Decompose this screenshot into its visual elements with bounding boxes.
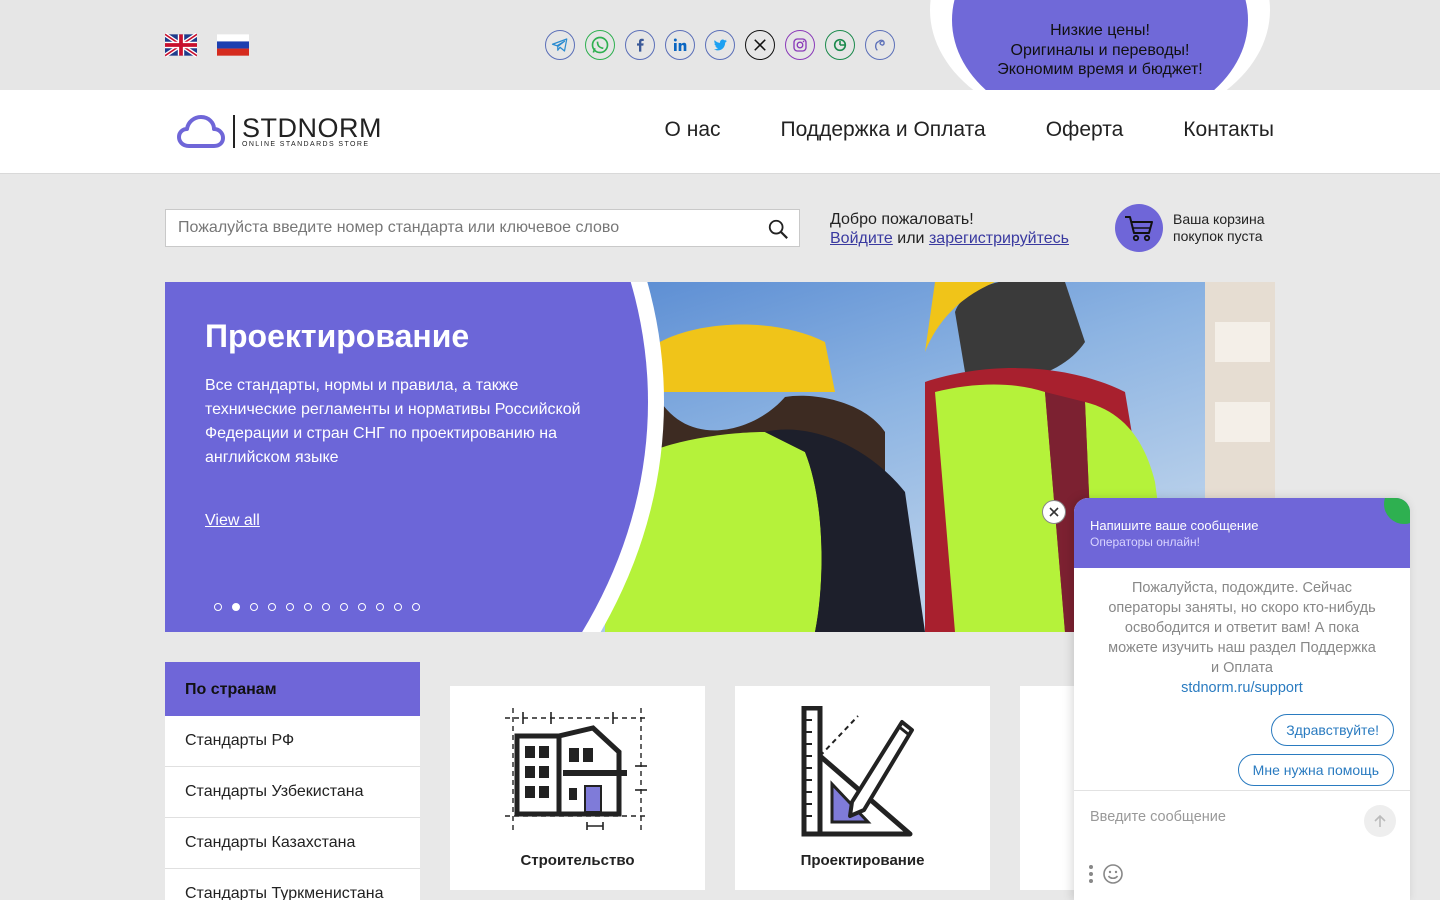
twitter-icon[interactable] bbox=[705, 30, 735, 60]
linkedin-icon[interactable] bbox=[665, 30, 695, 60]
slider-dot[interactable] bbox=[268, 603, 276, 611]
chat-header: Напишите ваше сообщение Операторы онлайн… bbox=[1074, 498, 1410, 568]
nav-contacts[interactable]: Контакты bbox=[1183, 118, 1274, 142]
slider-dot[interactable] bbox=[250, 603, 258, 611]
arrow-up-icon bbox=[1374, 814, 1386, 827]
category-card-design[interactable]: Проектирование bbox=[735, 686, 990, 890]
chat-title: Напишите ваше сообщение bbox=[1090, 518, 1259, 533]
sidebar-item-turkmenistan[interactable]: Стандарты Туркменистана bbox=[165, 869, 420, 900]
chat-message: Пожалуйста, подождите. Сейчас операторы … bbox=[1074, 568, 1410, 698]
whatsapp-icon[interactable] bbox=[585, 30, 615, 60]
nav-about[interactable]: О нас bbox=[665, 118, 721, 142]
slider-dot[interactable] bbox=[214, 603, 222, 611]
promo-line: Низкие цены! bbox=[1050, 22, 1150, 39]
cart-line: покупок пуста bbox=[1173, 228, 1263, 244]
sidebar-item-uzbekistan[interactable]: Стандарты Узбекистана bbox=[165, 767, 420, 818]
chat-message-text: Пожалуйста, подождите. Сейчас операторы … bbox=[1108, 580, 1376, 676]
emoji-icon[interactable] bbox=[1102, 863, 1124, 885]
hero-description: Все стандарты, нормы и правила, а также … bbox=[205, 377, 581, 466]
promo-text: Низкие цены! Оригиналы и переводы! Эконо… bbox=[952, 21, 1248, 80]
chat-tools bbox=[1088, 863, 1124, 885]
telegram-icon[interactable] bbox=[545, 30, 575, 60]
chat-widget: Напишите ваше сообщение Операторы онлайн… bbox=[1074, 498, 1410, 900]
slider-dot[interactable] bbox=[232, 603, 240, 611]
category-card-construction[interactable]: Строительство bbox=[450, 686, 705, 890]
more-options-icon[interactable] bbox=[1088, 864, 1094, 884]
social-links bbox=[545, 30, 895, 60]
login-link[interactable]: Войдите bbox=[830, 230, 893, 247]
x-icon[interactable] bbox=[745, 30, 775, 60]
ru-flag-icon[interactable] bbox=[217, 33, 249, 57]
chat-message-input[interactable] bbox=[1090, 809, 1350, 825]
slider-dot[interactable] bbox=[304, 603, 312, 611]
sidebar-item-kazakhstan[interactable]: Стандарты Казахстана bbox=[165, 818, 420, 869]
nav-offer[interactable]: Оферта bbox=[1046, 118, 1124, 142]
slider-dots bbox=[214, 603, 420, 611]
account-welcome: Добро пожаловать! Войдите или зарегистри… bbox=[830, 210, 1069, 248]
vk-icon[interactable] bbox=[865, 30, 895, 60]
logo-tagline: ONLINE STANDARDS STORE bbox=[242, 140, 370, 148]
cart-button[interactable] bbox=[1115, 204, 1163, 252]
instagram-icon[interactable] bbox=[785, 30, 815, 60]
hero-title: Проектирование bbox=[205, 318, 470, 354]
chat-send-button[interactable] bbox=[1364, 805, 1396, 837]
chat-status: Операторы онлайн! bbox=[1090, 535, 1200, 549]
slider-dot[interactable] bbox=[322, 603, 330, 611]
cart-status: Ваша корзина покупок пуста bbox=[1173, 211, 1265, 245]
logo-name: STDNORM bbox=[242, 112, 382, 143]
chat-input-area bbox=[1074, 790, 1410, 900]
search-icon[interactable] bbox=[767, 218, 789, 240]
close-icon bbox=[1049, 507, 1059, 517]
site-logo[interactable]: STDNORM ONLINE STANDARDS STORE bbox=[177, 113, 382, 149]
search-box bbox=[165, 209, 800, 247]
slider-dot[interactable] bbox=[358, 603, 366, 611]
facebook-icon[interactable] bbox=[625, 30, 655, 60]
promo-line: Оригиналы и переводы! bbox=[1010, 41, 1190, 59]
livejournal-icon[interactable] bbox=[825, 30, 855, 60]
sidebar-title: По странам bbox=[165, 662, 420, 716]
quick-reply-hello[interactable]: Здравствуйте! bbox=[1271, 714, 1394, 746]
uk-flag-icon[interactable] bbox=[165, 33, 197, 57]
countries-sidebar: По странам Стандарты РФ Стандарты Узбеки… bbox=[165, 662, 420, 900]
building-icon bbox=[504, 708, 647, 834]
category-card-partial[interactable] bbox=[1020, 686, 1080, 890]
slider-dot[interactable] bbox=[412, 603, 420, 611]
slider-dot[interactable] bbox=[286, 603, 294, 611]
drafting-tools-icon bbox=[801, 706, 914, 837]
category-label: Проектирование bbox=[800, 852, 925, 869]
quick-reply-help[interactable]: Мне нужна помощь bbox=[1237, 754, 1394, 786]
support-link[interactable]: stdnorm.ru/support bbox=[1181, 680, 1303, 696]
cart-icon bbox=[1125, 216, 1153, 242]
search-input[interactable] bbox=[166, 210, 746, 246]
sidebar-item-russia[interactable]: Стандарты РФ bbox=[165, 716, 420, 767]
slider-dot[interactable] bbox=[394, 603, 402, 611]
slider-dot[interactable] bbox=[340, 603, 348, 611]
welcome-text: Добро пожаловать! bbox=[830, 211, 974, 228]
view-all-link[interactable]: View all bbox=[205, 512, 260, 530]
chat-close-button[interactable] bbox=[1042, 500, 1066, 524]
promo-line: Экономим время и бюджет! bbox=[997, 61, 1203, 78]
slider-dot[interactable] bbox=[376, 603, 384, 611]
cloud-logo-icon bbox=[177, 115, 225, 148]
category-label: Строительство bbox=[520, 852, 635, 869]
or-text: или bbox=[897, 230, 925, 247]
register-link[interactable]: зарегистрируйтесь bbox=[929, 230, 1069, 247]
cart-line: Ваша корзина bbox=[1173, 211, 1265, 227]
main-nav: О нас Поддержка и Оплата Оферта Контакты bbox=[665, 118, 1274, 142]
nav-support-payment[interactable]: Поддержка и Оплата bbox=[781, 118, 986, 142]
